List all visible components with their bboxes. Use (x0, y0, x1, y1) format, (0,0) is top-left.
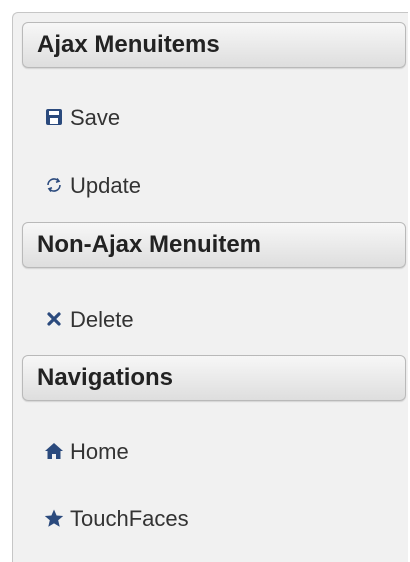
menuitem-touchfaces[interactable]: TouchFaces (22, 492, 406, 548)
menuitem-label: TouchFaces (70, 506, 189, 531)
menu-panel: Ajax Menuitems Save Update Non-Ajax Menu… (12, 12, 408, 562)
close-icon (44, 309, 64, 329)
group-header-navigations: Navigations (22, 355, 406, 401)
group-header-title: Ajax Menuitems (37, 31, 220, 58)
group-header-title: Non-Ajax Menuitem (37, 231, 262, 258)
menuitem-delete[interactable]: Delete (22, 293, 406, 349)
menuitem-label: Update (70, 173, 141, 198)
menuitem-label: Home (70, 439, 129, 464)
menuitem-label: Save (70, 105, 121, 130)
menuitem-home[interactable]: Home (22, 425, 406, 481)
menuitem-update[interactable]: Update (22, 159, 406, 215)
group-header-non-ajax-menuitem: Non-Ajax Menuitem (22, 222, 406, 268)
save-icon (44, 107, 64, 127)
home-icon (44, 441, 64, 461)
star-icon (44, 508, 64, 528)
refresh-icon (44, 175, 64, 195)
menuitem-save[interactable]: Save (22, 91, 406, 147)
menuitem-label: Delete (70, 307, 134, 332)
group-header-ajax-menuitems: Ajax Menuitems (22, 22, 406, 68)
group-header-title: Navigations (37, 364, 174, 391)
